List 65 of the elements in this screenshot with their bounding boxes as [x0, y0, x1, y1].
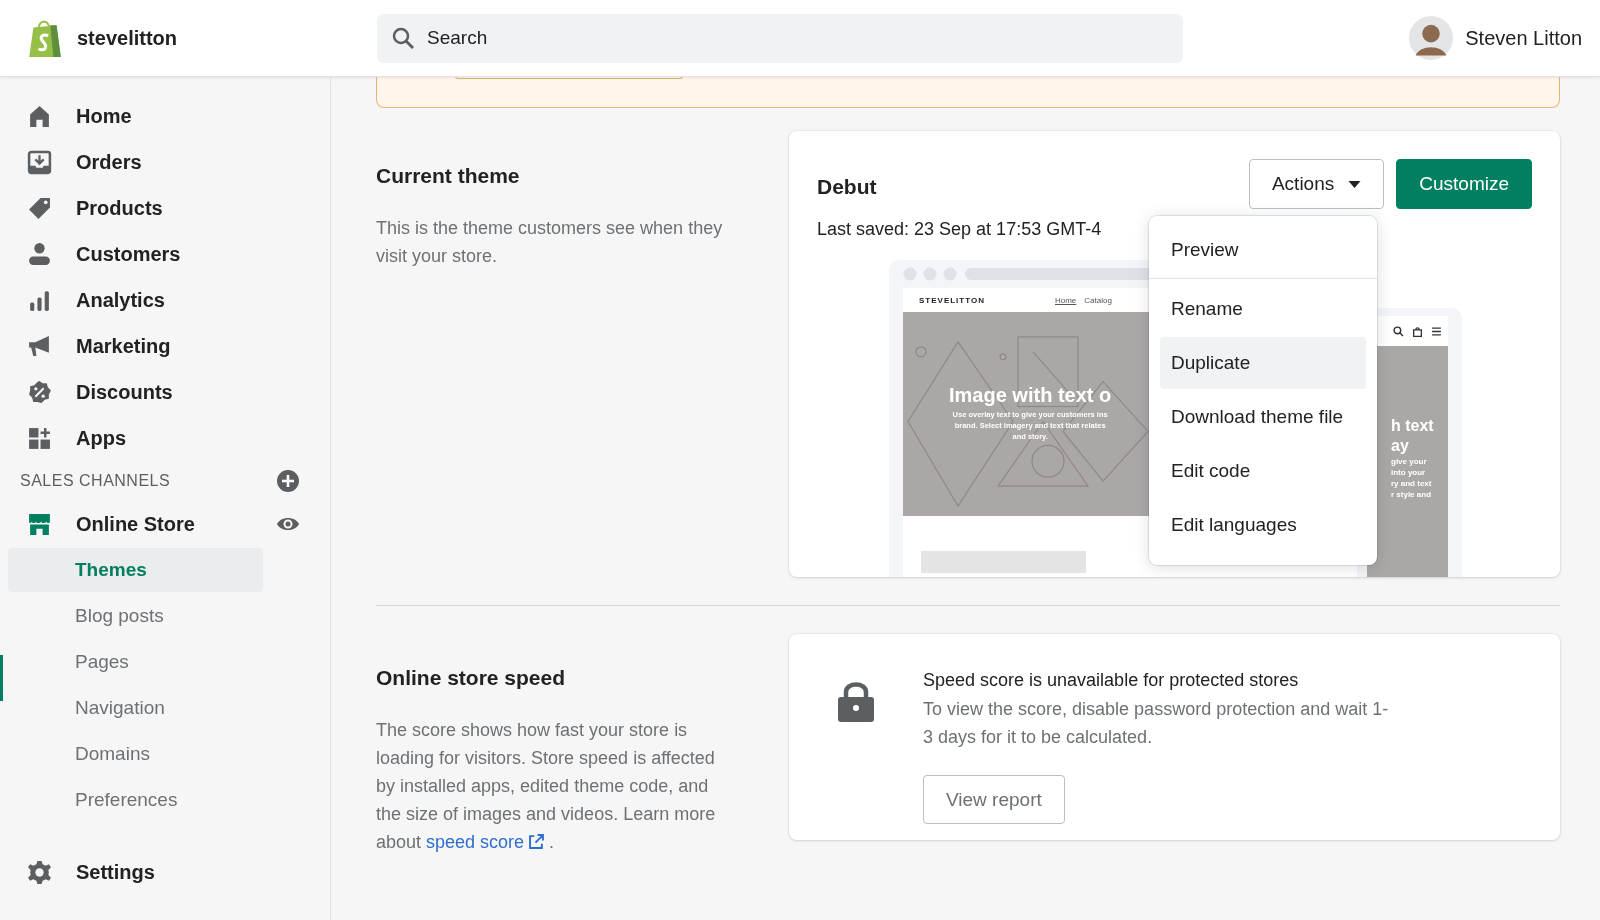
- lock-icon: [837, 680, 875, 722]
- bag-icon: [1412, 325, 1423, 337]
- nav-item[interactable]: Discounts: [0, 369, 173, 415]
- menu-item[interactable]: Duplicate: [1160, 337, 1366, 389]
- actions-button[interactable]: Actions: [1248, 159, 1385, 209]
- section-title: Online store speed: [376, 666, 567, 690]
- speed-card-text: To view the score, disable password protection and wait 1-3 days for it to be calculated.: [923, 698, 1390, 749]
- orders-icon: [27, 149, 52, 175]
- menu-icon: [1431, 325, 1442, 337]
- nav-item[interactable]: Home: [0, 93, 132, 139]
- section-title: Current theme: [376, 164, 521, 188]
- caret-icon: [1348, 180, 1362, 188]
- search-field[interactable]: Search: [377, 13, 1183, 63]
- nav-item[interactable]: Analytics: [0, 277, 165, 323]
- section-description: This is the theme customers see when they visit your store.: [376, 217, 724, 268]
- nav-item[interactable]: Online Store: [0, 501, 195, 547]
- subnav-item[interactable]: Navigation: [8, 686, 263, 730]
- store-name[interactable]: stevelitton: [77, 26, 178, 50]
- preview-hero-text: give your: [1391, 456, 1428, 467]
- menu-item[interactable]: Edit languages: [1160, 499, 1366, 551]
- speed-card-title: Speed score is unavailable for protected stores: [923, 670, 1300, 691]
- subnav-item[interactable]: Domains: [8, 732, 263, 776]
- avatar-icon[interactable]: [1409, 16, 1454, 60]
- menu-item[interactable]: Rename: [1160, 283, 1366, 335]
- preview-hero-title: h text: [1391, 416, 1435, 436]
- shopping-bag-logo-icon[interactable]: [27, 18, 63, 58]
- view-report-button[interactable]: View report: [923, 775, 1065, 824]
- search-icon: [1393, 325, 1404, 337]
- preview-hero-text: r style and: [1391, 489, 1432, 500]
- nav-item[interactable]: Orders: [0, 139, 142, 185]
- user-name[interactable]: Steven Litton: [1465, 26, 1582, 50]
- menu-item[interactable]: Download theme file: [1160, 391, 1366, 443]
- subnav-item[interactable]: Pages: [8, 640, 263, 684]
- customize-button[interactable]: Customize: [1396, 159, 1532, 209]
- theme-name: Debut: [817, 175, 878, 199]
- nav-item[interactable]: Apps: [0, 415, 126, 461]
- nav-item[interactable]: Customers: [0, 231, 181, 277]
- speed-score-link[interactable]: speed score: [426, 832, 545, 852]
- apps-icon: [27, 425, 52, 451]
- preview-site-name: STEVELITTON: [919, 295, 985, 305]
- nav-item[interactable]: Settings: [0, 849, 155, 895]
- megaphone-icon: [27, 333, 52, 359]
- last-saved-text: Last saved: 23 Sep at 17:53 GMT-4: [817, 219, 1102, 240]
- subnav-item[interactable]: Preferences: [8, 778, 263, 822]
- subnav-item[interactable]: Themes: [8, 548, 263, 592]
- section-description: The score shows how fast your store is loading for visitors. Store speed is affected by installed apps, edited theme code, and the size of images and videos. Learn more about speed score .: [376, 719, 717, 854]
- menu-item[interactable]: Preview: [1160, 224, 1366, 276]
- tag-icon: [27, 195, 52, 221]
- preview-hero-title: Image with text o: [949, 384, 1112, 407]
- nav-item[interactable]: Marketing: [0, 323, 171, 369]
- menu-item[interactable]: Edit code: [1160, 445, 1366, 497]
- subnav-item[interactable]: Blog posts: [8, 594, 263, 638]
- search-icon: [391, 25, 415, 50]
- section-heading: SALES CHANNELS: [20, 472, 171, 490]
- add-icon[interactable]: [276, 469, 300, 493]
- storefront-icon: [27, 511, 52, 537]
- nav-item[interactable]: Products: [0, 185, 163, 231]
- person-icon: [27, 241, 52, 267]
- preview-hero-title: ay: [1391, 436, 1410, 456]
- preview-hero-text: ry and text: [1391, 478, 1433, 489]
- preview-hero-text: into your: [1391, 467, 1427, 478]
- discount-icon: [27, 379, 52, 405]
- home-icon: [27, 103, 52, 129]
- gear-icon: [27, 859, 52, 885]
- external-link-icon: [529, 834, 545, 849]
